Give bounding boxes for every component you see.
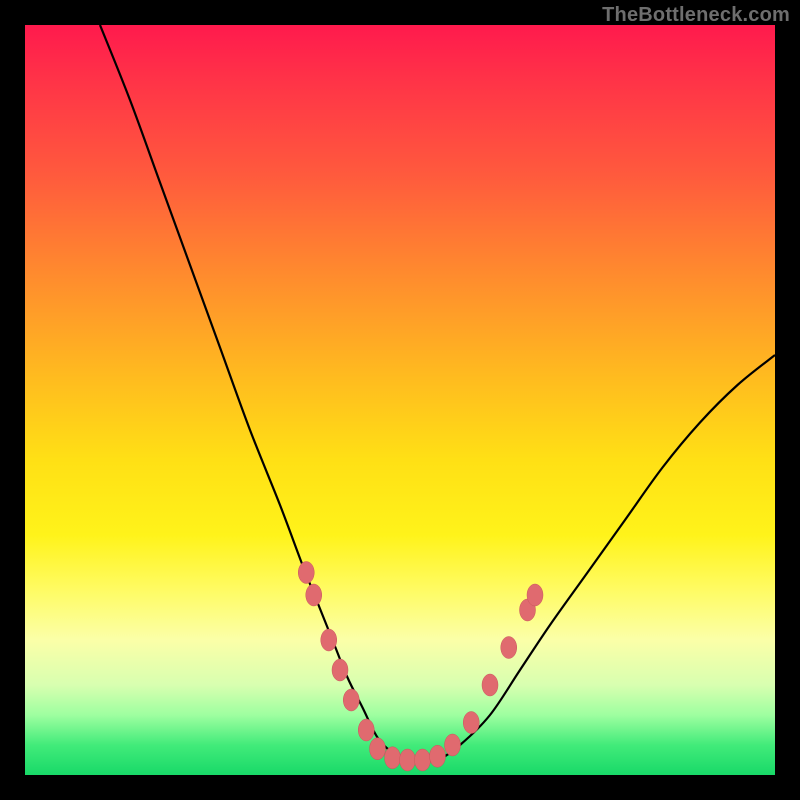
marker-dot <box>400 749 416 771</box>
marker-dot <box>385 747 401 769</box>
marker-dot <box>306 584 322 606</box>
marker-dot <box>463 712 479 734</box>
plot-area <box>25 25 775 775</box>
watermark-text: TheBottleneck.com <box>602 4 790 27</box>
chart-stage: TheBottleneck.com <box>0 0 800 800</box>
marker-dot <box>482 674 498 696</box>
marker-dot <box>358 719 374 741</box>
marker-dot <box>298 562 314 584</box>
marker-dot <box>321 629 337 651</box>
highlight-markers <box>298 562 543 772</box>
marker-dot <box>527 584 543 606</box>
marker-dot <box>332 659 348 681</box>
marker-dot <box>343 689 359 711</box>
bottleneck-curve <box>100 25 775 761</box>
marker-dot <box>370 738 386 760</box>
marker-dot <box>415 749 431 771</box>
marker-dot <box>445 734 461 756</box>
marker-dot <box>430 745 446 767</box>
curve-svg <box>25 25 775 775</box>
marker-dot <box>501 637 517 659</box>
